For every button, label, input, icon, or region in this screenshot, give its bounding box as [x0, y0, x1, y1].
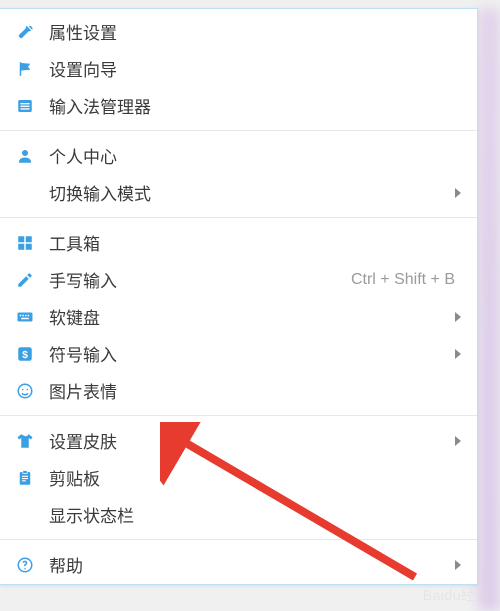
- menu-item-label: 图片表情: [49, 378, 461, 403]
- menu-item-label: 属性设置: [49, 19, 461, 44]
- menu-item-label: 工具箱: [49, 230, 461, 255]
- menu-item-label: 显示状态栏: [49, 502, 461, 527]
- menu-item-switch-mode[interactable]: 切换输入模式: [0, 174, 477, 211]
- clipboard-icon: [15, 468, 35, 488]
- shirt-icon: [15, 431, 35, 451]
- menu-item-label: 软键盘: [49, 304, 451, 329]
- flag-icon: [15, 59, 35, 79]
- separator: [0, 217, 477, 218]
- pencil-icon: [15, 270, 35, 290]
- menu-item-user-center[interactable]: 个人中心: [0, 137, 477, 174]
- chevron-right-icon: [455, 188, 461, 198]
- menu-item-label: 符号输入: [49, 341, 451, 366]
- menu-item-wizard[interactable]: 设置向导: [0, 50, 477, 87]
- blank-icon: [15, 183, 35, 203]
- menu-item-handwrite[interactable]: 手写输入 Ctrl + Shift + B: [0, 261, 477, 298]
- dollar-icon: $: [15, 344, 35, 364]
- menu-item-skin[interactable]: 设置皮肤: [0, 422, 477, 459]
- menu-item-help[interactable]: 帮助: [0, 546, 477, 583]
- menu-item-toolbox[interactable]: 工具箱: [0, 224, 477, 261]
- menu-item-clipboard[interactable]: 剪贴板: [0, 459, 477, 496]
- keyboard-icon: [15, 307, 35, 327]
- decorative-edge: [478, 8, 500, 611]
- menu-item-label: 切换输入模式: [49, 180, 451, 205]
- separator: [0, 415, 477, 416]
- grid-icon: [15, 233, 35, 253]
- chevron-right-icon: [455, 312, 461, 322]
- menu-item-soft-keyboard[interactable]: 软键盘: [0, 298, 477, 335]
- separator: [0, 539, 477, 540]
- menu-item-label: 帮助: [49, 552, 451, 577]
- menu-item-emoji[interactable]: 图片表情: [0, 372, 477, 409]
- menu-item-ime-manager[interactable]: 输入法管理器: [0, 87, 477, 124]
- menu-item-symbols[interactable]: $ 符号输入: [0, 335, 477, 372]
- menu-item-properties[interactable]: 属性设置: [0, 13, 477, 50]
- blank-icon: [15, 505, 35, 525]
- list-icon: [15, 96, 35, 116]
- menu-item-label: 剪贴板: [49, 465, 461, 490]
- chevron-right-icon: [455, 436, 461, 446]
- menu-item-label: 设置向导: [49, 56, 461, 81]
- separator: [0, 130, 477, 131]
- menu-item-label: 设置皮肤: [49, 428, 451, 453]
- context-menu: 属性设置 设置向导 输入法管理器 个人中心 切换输入模式 工具箱: [0, 8, 478, 585]
- menu-item-label: 手写输入: [49, 267, 351, 292]
- menu-item-label: 个人中心: [49, 143, 461, 168]
- wrench-icon: [15, 22, 35, 42]
- shortcut-label: Ctrl + Shift + B: [351, 271, 455, 289]
- watermark: Baidu经验: [423, 585, 490, 605]
- help-icon: [15, 555, 35, 575]
- chevron-right-icon: [455, 349, 461, 359]
- chevron-right-icon: [455, 560, 461, 570]
- smile-icon: [15, 381, 35, 401]
- menu-item-label: 输入法管理器: [49, 93, 461, 118]
- svg-text:$: $: [22, 348, 28, 360]
- menu-item-statusbar[interactable]: 显示状态栏: [0, 496, 477, 533]
- user-icon: [15, 146, 35, 166]
